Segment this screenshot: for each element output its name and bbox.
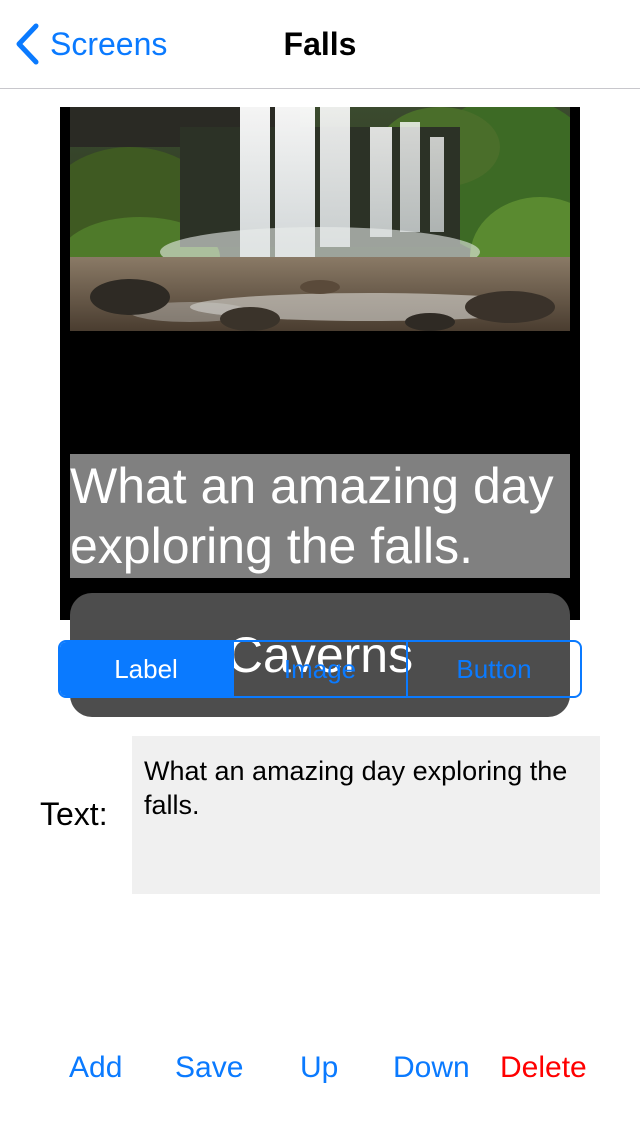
element-type-segmented-control: Label Image Button [58, 640, 582, 698]
text-input[interactable]: What an amazing day exploring the falls. [132, 736, 600, 894]
navigation-bar: Screens Falls [0, 0, 640, 89]
down-button[interactable]: Down [393, 1046, 470, 1090]
page-title: Falls [283, 26, 357, 62]
delete-button[interactable]: Delete [500, 1046, 587, 1090]
segment-button[interactable]: Button [406, 642, 580, 696]
segment-label[interactable]: Label [60, 642, 232, 696]
preview-label: What an amazing day exploring the falls. [70, 454, 570, 578]
screen-preview: What an amazing day exploring the falls.… [60, 107, 580, 717]
segment-image[interactable]: Image [232, 642, 406, 696]
add-button[interactable]: Add [69, 1046, 122, 1090]
bottom-toolbar: Add Save Up Down Delete [40, 1046, 600, 1090]
waterfall-image [70, 107, 570, 331]
text-field-label: Text: [40, 796, 108, 832]
up-button[interactable]: Up [300, 1046, 338, 1090]
save-button[interactable]: Save [175, 1046, 243, 1090]
